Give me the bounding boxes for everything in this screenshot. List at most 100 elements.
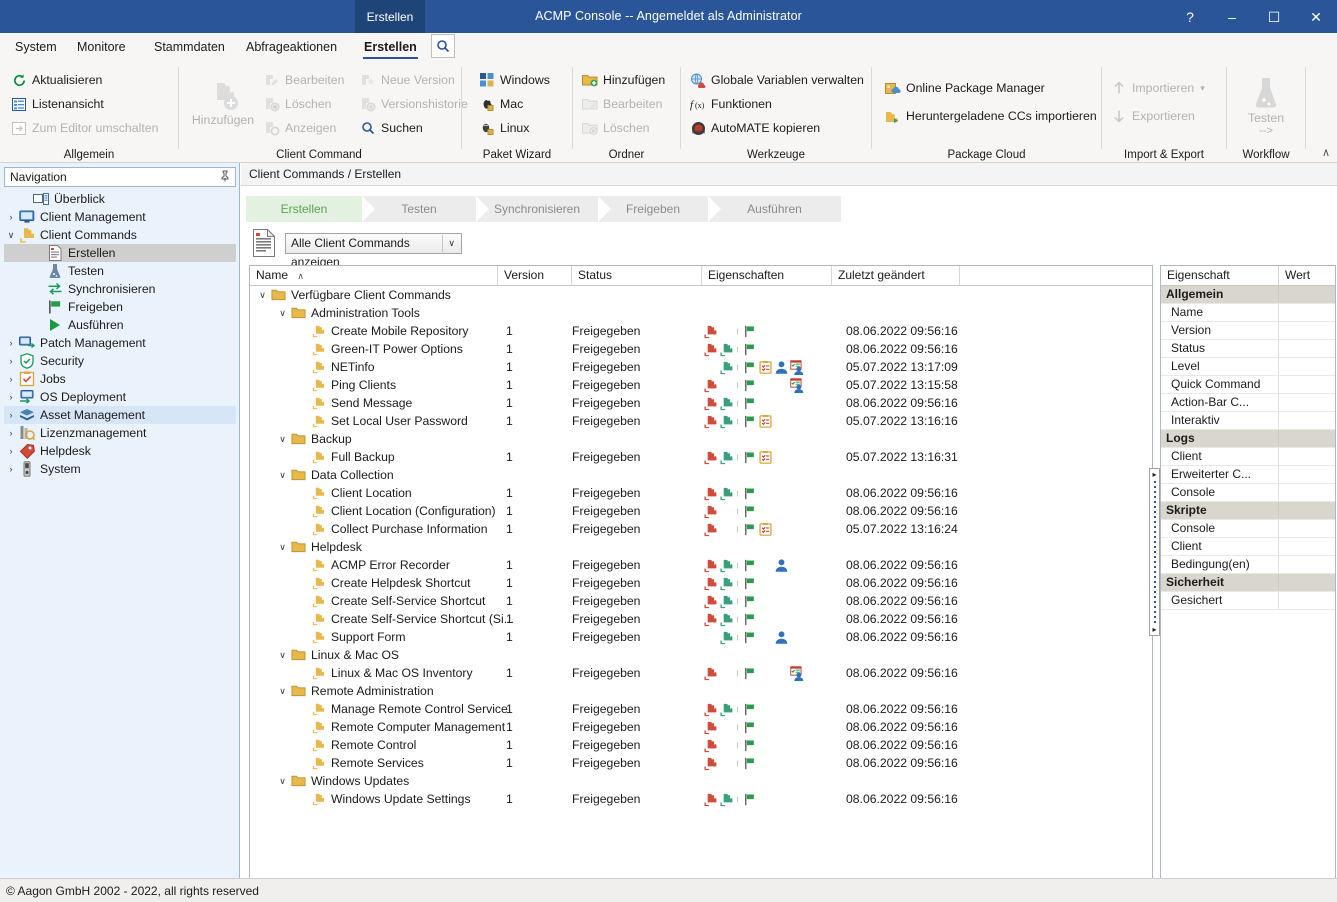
property-value[interactable] xyxy=(1279,520,1335,537)
property-row[interactable]: Client xyxy=(1161,448,1335,466)
property-row[interactable]: Quick Command xyxy=(1161,376,1335,394)
pin-icon[interactable] xyxy=(219,170,231,182)
property-value[interactable] xyxy=(1279,466,1335,483)
property-row[interactable]: Console xyxy=(1161,520,1335,538)
property-row[interactable]: Level xyxy=(1161,358,1335,376)
sidebar-item-patch-management[interactable]: ›Patch Management xyxy=(4,334,236,352)
property-row[interactable]: Gesichert xyxy=(1161,592,1335,610)
sidebar-item-client-commands[interactable]: ∨Client Commands xyxy=(4,226,236,244)
properties-column-eigenschaft[interactable]: Eigenschaft xyxy=(1161,266,1279,285)
property-row[interactable]: Console xyxy=(1161,484,1335,502)
ribbon-automate-kopieren-button[interactable]: AutoMATE kopieren xyxy=(689,117,820,139)
workflow-step-ausf-hren[interactable]: Ausführen xyxy=(708,196,841,222)
chevron-right-icon[interactable]: › xyxy=(4,446,18,456)
grid-column-version[interactable]: Version xyxy=(498,266,572,285)
chevron-right-icon[interactable]: › xyxy=(4,338,18,348)
grid-column-status[interactable]: Status xyxy=(572,266,702,285)
ribbon-tab-erstellen[interactable]: Erstellen xyxy=(355,33,426,61)
panel-splitter[interactable]: ▸ ▸ xyxy=(1149,468,1160,636)
property-row[interactable]: Client xyxy=(1161,538,1335,556)
minimize-button[interactable]: – xyxy=(1211,0,1253,33)
grid-column-name[interactable]: Name ∧ xyxy=(250,266,498,285)
ribbon-tab-system[interactable]: System xyxy=(6,33,66,61)
tree-folder-row[interactable]: ∨Data Collection xyxy=(250,466,1153,484)
property-value[interactable] xyxy=(1279,340,1335,357)
chevron-right-icon[interactable]: › xyxy=(4,392,18,402)
properties-column-wert[interactable]: Wert xyxy=(1279,266,1336,285)
sidebar-item-os-deployment[interactable]: ›OS Deployment xyxy=(4,388,236,406)
tree-command-row[interactable]: Set Local User Password1Freigegeben05.07… xyxy=(250,412,1153,430)
tree-folder-row[interactable]: ∨Verfügbare Client Commands xyxy=(250,286,1153,304)
tree-command-row[interactable]: Client Location1Freigegeben08.06.2022 09… xyxy=(250,484,1153,502)
chevron-right-icon[interactable]: › xyxy=(4,464,18,474)
tree-command-row[interactable]: Create Self-Service Shortcut (Si...1Frei… xyxy=(250,610,1153,628)
chevron-down-icon[interactable]: ∨ xyxy=(276,542,289,553)
tree-folder-row[interactable]: ∨Windows Updates xyxy=(250,772,1153,790)
tree-command-row[interactable]: Ping Clients1Freigegeben05.07.2022 13:15… xyxy=(250,376,1153,394)
ribbon-tab-abfrageaktionen[interactable]: Abfrageaktionen xyxy=(237,33,346,61)
chevron-down-icon[interactable]: ∨ xyxy=(276,308,289,319)
chevron-down-icon[interactable]: ∨ xyxy=(276,776,289,787)
ribbon-collapse-button[interactable]: ∧ xyxy=(1322,146,1330,159)
chevron-right-icon[interactable]: › xyxy=(4,410,18,420)
workflow-step-erstellen[interactable]: Erstellen xyxy=(246,196,362,222)
ribbon-paket-mac-button[interactable]: Mac xyxy=(478,93,523,115)
grid-column-eigenschaften[interactable]: Eigenschaften xyxy=(702,266,832,285)
property-row[interactable]: Name xyxy=(1161,304,1335,322)
chevron-down-icon[interactable]: ∨ xyxy=(276,470,289,481)
tree-command-row[interactable]: Linux & Mac OS Inventory1Freigegeben08.0… xyxy=(250,664,1153,682)
ribbon-paket-linux-button[interactable]: Linux xyxy=(478,117,529,139)
sidebar-item-freigeben[interactable]: Freigeben xyxy=(4,298,236,316)
help-button[interactable]: ? xyxy=(1169,0,1211,33)
property-value[interactable] xyxy=(1279,538,1335,555)
sidebar-item-asset-management[interactable]: ›Asset Management xyxy=(4,406,236,424)
ribbon-globale-variablen-button[interactable]: Globale Variablen verwalten xyxy=(689,69,864,91)
property-value[interactable] xyxy=(1279,376,1335,393)
tree-folder-row[interactable]: ∨Remote Administration xyxy=(250,682,1153,700)
chevron-right-icon[interactable]: › xyxy=(4,428,18,438)
chevron-down-icon[interactable]: ∨ xyxy=(276,686,289,697)
sidebar-item-jobs[interactable]: ›Jobs xyxy=(4,370,236,388)
sidebar-item-berblick[interactable]: Überblick xyxy=(4,190,236,208)
tree-command-row[interactable]: Create Mobile Repository1Freigegeben08.0… xyxy=(250,322,1153,340)
property-row[interactable]: Interaktiv xyxy=(1161,412,1335,430)
workflow-step-synchronisieren[interactable]: Synchronisieren xyxy=(476,196,598,222)
tree-command-row[interactable]: Client Location (Configuration)1Freigege… xyxy=(250,502,1153,520)
tree-command-row[interactable]: Collect Purchase Information1Freigegeben… xyxy=(250,520,1153,538)
ribbon-search-button[interactable] xyxy=(431,34,455,58)
tree-command-row[interactable]: Create Self-Service Shortcut1Freigegeben… xyxy=(250,592,1153,610)
tree-command-row[interactable]: Create Helpdesk Shortcut1Freigegeben08.0… xyxy=(250,574,1153,592)
chevron-right-icon[interactable]: › xyxy=(4,356,18,366)
tree-command-row[interactable]: Manage Remote Control Service1Freigegebe… xyxy=(250,700,1153,718)
property-value[interactable] xyxy=(1279,592,1335,609)
ribbon-online-package-manager-button[interactable]: Online Package Manager xyxy=(884,77,1045,99)
tree-command-row[interactable]: Green-IT Power Options1Freigegeben08.06.… xyxy=(250,340,1153,358)
property-value[interactable] xyxy=(1279,304,1335,321)
sidebar-item-lizenzmanagement[interactable]: ›Lizenzmanagement xyxy=(4,424,236,442)
sidebar-item-ausf-hren[interactable]: Ausführen xyxy=(4,316,236,334)
sidebar-item-helpdesk[interactable]: ›Helpdesk xyxy=(4,442,236,460)
ribbon-suchen-button[interactable]: Suchen xyxy=(359,117,423,139)
active-tab-chip[interactable]: Erstellen xyxy=(355,0,425,33)
maximize-button[interactable]: ☐ xyxy=(1253,0,1295,33)
sidebar-item-client-management[interactable]: ›Client Management xyxy=(4,208,236,226)
chevron-down-icon[interactable]: ∨ xyxy=(448,234,455,253)
chevron-down-icon[interactable]: ∨ xyxy=(276,434,289,445)
property-value[interactable] xyxy=(1279,358,1335,375)
property-value[interactable] xyxy=(1279,484,1335,501)
property-row[interactable]: Erweiterter C... xyxy=(1161,466,1335,484)
chevron-down-icon[interactable]: ∨ xyxy=(4,230,18,241)
ribbon-funktionen-button[interactable]: f(x) Funktionen xyxy=(689,93,772,115)
tree-command-row[interactable]: Windows Update Settings1Freigegeben08.06… xyxy=(250,790,1153,808)
property-value[interactable] xyxy=(1279,556,1335,573)
tree-command-row[interactable]: Send Message1Freigegeben08.06.2022 09:56… xyxy=(250,394,1153,412)
tree-folder-row[interactable]: ∨Administration Tools xyxy=(250,304,1153,322)
property-value[interactable] xyxy=(1279,448,1335,465)
tree-folder-row[interactable]: ∨Linux & Mac OS xyxy=(250,646,1153,664)
property-row[interactable]: Bedingung(en) xyxy=(1161,556,1335,574)
close-button[interactable]: ✕ xyxy=(1295,0,1337,33)
splitter-handle[interactable]: ▸ ▸ xyxy=(1149,468,1160,636)
property-value[interactable] xyxy=(1279,322,1335,339)
tree-command-row[interactable]: Remote Computer Management1Freigegeben08… xyxy=(250,718,1153,736)
tree-command-row[interactable]: Support Form1Freigegeben08.06.2022 09:56… xyxy=(250,628,1153,646)
